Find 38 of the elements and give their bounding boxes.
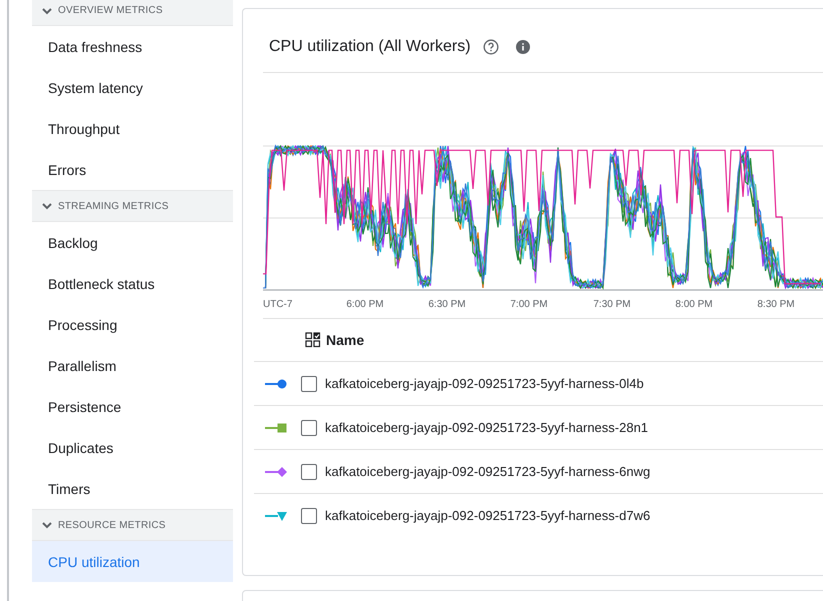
help-icon[interactable] xyxy=(482,39,499,55)
checkbox[interactable] xyxy=(301,376,317,392)
series-name: kafkatoiceberg-jayajp-092-09251723-5yyf-harness-0l4b xyxy=(325,376,644,391)
sidebar-item[interactable]: Backlog xyxy=(32,222,233,263)
chevron-icon xyxy=(42,6,52,16)
series-name: kafkatoiceberg-jayajp-092-09251723-5yyf-harness-6nwg xyxy=(325,464,650,479)
axis-label: 6:00 PM xyxy=(346,299,384,310)
chevron-icon xyxy=(42,520,52,530)
column-header[interactable]: Name xyxy=(326,332,364,348)
sidebar-item[interactable]: CPU utilization xyxy=(32,541,233,582)
sidebar-item[interactable]: Timers xyxy=(32,468,233,509)
sidebar-item[interactable]: Bottleneck status xyxy=(32,263,233,304)
section-header[interactable]: RESOURCE METRICS xyxy=(32,509,233,541)
sidebar-item[interactable]: Data freshness xyxy=(32,26,233,67)
chart-title: CPU utilization (All Workers) xyxy=(269,38,471,56)
checkbox[interactable] xyxy=(301,508,317,524)
series-name: kafkatoiceberg-jayajp-092-09251723-5yyf-harness-28n1 xyxy=(325,420,648,435)
checkbox[interactable] xyxy=(301,420,317,436)
section-header[interactable]: OVERVIEW METRICS xyxy=(32,0,233,26)
sidebar-item[interactable]: Persistence xyxy=(32,386,233,427)
series-name: kafkatoiceberg-jayajp-092-09251723-5yyf-harness-d7w6 xyxy=(325,508,650,523)
sidebar-item[interactable]: Duplicates xyxy=(32,427,233,468)
section-header[interactable]: STREAMING METRICS xyxy=(32,190,233,222)
chevron-icon xyxy=(42,201,52,211)
sidebar-item[interactable]: Parallelism xyxy=(32,345,233,386)
axis-label: UTC-7 xyxy=(263,299,292,310)
sidebar-item[interactable]: System latency xyxy=(32,67,233,108)
axis-label: 8:30 PM xyxy=(757,299,795,310)
axis-label: 7:00 PM xyxy=(510,299,548,310)
sidebar-item[interactable]: Errors xyxy=(32,149,233,190)
checkbox[interactable] xyxy=(301,464,317,480)
sidebar-item[interactable]: Throughput xyxy=(32,108,233,149)
axis-label: 7:30 PM xyxy=(593,299,631,310)
axis-label: 8:00 PM xyxy=(675,299,713,310)
info-icon[interactable] xyxy=(514,39,531,55)
column-picker-icon[interactable] xyxy=(305,332,321,348)
axis-label: 6:30 PM xyxy=(428,299,466,310)
sidebar-item[interactable]: Processing xyxy=(32,304,233,345)
